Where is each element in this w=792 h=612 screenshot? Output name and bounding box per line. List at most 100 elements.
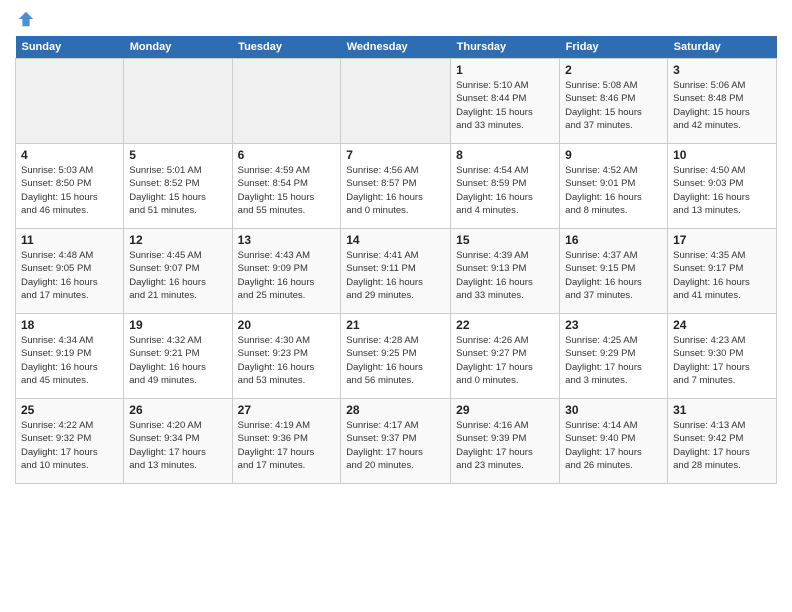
day-cell: 12Sunrise: 4:45 AM Sunset: 9:07 PM Dayli… — [124, 229, 232, 314]
day-cell: 2Sunrise: 5:08 AM Sunset: 8:46 PM Daylig… — [560, 59, 668, 144]
day-cell: 26 Sunrise: 4:20 AM Sunset: 9:34 PM Dayli… — [124, 399, 232, 484]
day-cell — [341, 59, 451, 144]
day-info: Sunrise: 4:22 AM Sunset: 9:32 PM Dayligh… — [21, 419, 118, 472]
day-cell: 10 Sunrise: 4:50 AM Sunset: 9:03 PM Dayli… — [668, 144, 777, 229]
week-row-2: 4 Sunrise: 5:03 AM Sunset: 8:50 PM Daylig… — [16, 144, 777, 229]
day-cell: 8Sunrise: 4:54 AM Sunset: 8:59 PM Daylig… — [451, 144, 560, 229]
day-number: 25 — [21, 403, 118, 417]
day-info: Sunrise: 5:06 AM Sunset: 8:48 PM Dayligh… — [673, 79, 771, 132]
day-info: Sunrise: 5:01 AM Sunset: 8:52 PM Dayligh… — [129, 164, 226, 217]
day-number: 12 — [129, 233, 226, 247]
day-number: 7 — [346, 148, 445, 162]
day-cell: 25 Sunrise: 4:22 AM Sunset: 9:32 PM Dayli… — [16, 399, 124, 484]
day-cell: 9 Sunrise: 4:52 AM Sunset: 9:01 PM Daylig… — [560, 144, 668, 229]
day-number: 6 — [238, 148, 336, 162]
day-cell: 31 Sunrise: 4:13 AM Sunset: 9:42 PM Dayli… — [668, 399, 777, 484]
week-row-4: 18Sunrise: 4:34 AM Sunset: 9:19 PM Dayli… — [16, 314, 777, 399]
day-number: 21 — [346, 318, 445, 332]
day-info: Sunrise: 4:25 AM Sunset: 9:29 PM Dayligh… — [565, 334, 662, 387]
day-cell: 28 Sunrise: 4:17 AM Sunset: 9:37 PM Dayli… — [341, 399, 451, 484]
day-cell: 16Sunrise: 4:37 AM Sunset: 9:15 PM Dayli… — [560, 229, 668, 314]
day-number: 17 — [673, 233, 771, 247]
day-cell: 18Sunrise: 4:34 AM Sunset: 9:19 PM Dayli… — [16, 314, 124, 399]
day-number: 27 — [238, 403, 336, 417]
day-cell: 4 Sunrise: 5:03 AM Sunset: 8:50 PM Daylig… — [16, 144, 124, 229]
day-cell: 15Sunrise: 4:39 AM Sunset: 9:13 PM Dayli… — [451, 229, 560, 314]
week-row-5: 25 Sunrise: 4:22 AM Sunset: 9:32 PM Dayli… — [16, 399, 777, 484]
day-info: Sunrise: 4:50 AM Sunset: 9:03 PM Dayligh… — [673, 164, 771, 217]
day-header-monday: Monday — [124, 36, 232, 59]
day-info: Sunrise: 4:26 AM Sunset: 9:27 PM Dayligh… — [456, 334, 554, 387]
day-info: Sunrise: 4:16 AM Sunset: 9:39 PM Dayligh… — [456, 419, 554, 472]
day-number: 3 — [673, 63, 771, 77]
page: SundayMondayTuesdayWednesdayThursdayFrid… — [0, 0, 792, 494]
day-cell: 3 Sunrise: 5:06 AM Sunset: 8:48 PM Daylig… — [668, 59, 777, 144]
day-cell: 19 Sunrise: 4:32 AM Sunset: 9:21 PM Dayli… — [124, 314, 232, 399]
day-cell: 21 Sunrise: 4:28 AM Sunset: 9:25 PM Dayli… — [341, 314, 451, 399]
day-info: Sunrise: 4:30 AM Sunset: 9:23 PM Dayligh… — [238, 334, 336, 387]
day-info: Sunrise: 4:20 AM Sunset: 9:34 PM Dayligh… — [129, 419, 226, 472]
day-cell: 27 Sunrise: 4:19 AM Sunset: 9:36 PM Dayli… — [232, 399, 341, 484]
day-cell: 20 Sunrise: 4:30 AM Sunset: 9:23 PM Dayli… — [232, 314, 341, 399]
day-number: 10 — [673, 148, 771, 162]
day-cell: 23 Sunrise: 4:25 AM Sunset: 9:29 PM Dayli… — [560, 314, 668, 399]
day-number: 23 — [565, 318, 662, 332]
day-header-friday: Friday — [560, 36, 668, 59]
day-number: 31 — [673, 403, 771, 417]
day-cell — [124, 59, 232, 144]
day-number: 29 — [456, 403, 554, 417]
day-number: 1 — [456, 63, 554, 77]
day-info: Sunrise: 4:52 AM Sunset: 9:01 PM Dayligh… — [565, 164, 662, 217]
day-info: Sunrise: 4:14 AM Sunset: 9:40 PM Dayligh… — [565, 419, 662, 472]
day-number: 24 — [673, 318, 771, 332]
day-cell: 14Sunrise: 4:41 AM Sunset: 9:11 PM Dayli… — [341, 229, 451, 314]
calendar-table: SundayMondayTuesdayWednesdayThursdayFrid… — [15, 36, 777, 484]
day-cell: 7 Sunrise: 4:56 AM Sunset: 8:57 PM Daylig… — [341, 144, 451, 229]
day-info: Sunrise: 4:59 AM Sunset: 8:54 PM Dayligh… — [238, 164, 336, 217]
day-number: 30 — [565, 403, 662, 417]
logo-icon — [17, 10, 35, 28]
day-number: 4 — [21, 148, 118, 162]
day-info: Sunrise: 4:28 AM Sunset: 9:25 PM Dayligh… — [346, 334, 445, 387]
week-row-1: 1 Sunrise: 5:10 AM Sunset: 8:44 PM Daylig… — [16, 59, 777, 144]
logo — [15, 10, 35, 28]
day-info: Sunrise: 5:10 AM Sunset: 8:44 PM Dayligh… — [456, 79, 554, 132]
day-cell: 13Sunrise: 4:43 AM Sunset: 9:09 PM Dayli… — [232, 229, 341, 314]
day-info: Sunrise: 4:19 AM Sunset: 9:36 PM Dayligh… — [238, 419, 336, 472]
day-header-thursday: Thursday — [451, 36, 560, 59]
day-info: Sunrise: 4:17 AM Sunset: 9:37 PM Dayligh… — [346, 419, 445, 472]
header-row: SundayMondayTuesdayWednesdayThursdayFrid… — [16, 36, 777, 59]
day-number: 11 — [21, 233, 118, 247]
week-row-3: 11 Sunrise: 4:48 AM Sunset: 9:05 PM Dayli… — [16, 229, 777, 314]
day-info: Sunrise: 4:32 AM Sunset: 9:21 PM Dayligh… — [129, 334, 226, 387]
day-cell: 29 Sunrise: 4:16 AM Sunset: 9:39 PM Dayli… — [451, 399, 560, 484]
day-header-wednesday: Wednesday — [341, 36, 451, 59]
day-number: 20 — [238, 318, 336, 332]
day-info: Sunrise: 5:08 AM Sunset: 8:46 PM Dayligh… — [565, 79, 662, 132]
day-number: 14 — [346, 233, 445, 247]
day-cell: 11 Sunrise: 4:48 AM Sunset: 9:05 PM Dayli… — [16, 229, 124, 314]
day-cell: 5 Sunrise: 5:01 AM Sunset: 8:52 PM Daylig… — [124, 144, 232, 229]
day-info: Sunrise: 4:13 AM Sunset: 9:42 PM Dayligh… — [673, 419, 771, 472]
day-number: 9 — [565, 148, 662, 162]
day-cell: 17Sunrise: 4:35 AM Sunset: 9:17 PM Dayli… — [668, 229, 777, 314]
day-number: 28 — [346, 403, 445, 417]
day-info: Sunrise: 4:34 AM Sunset: 9:19 PM Dayligh… — [21, 334, 118, 387]
day-header-tuesday: Tuesday — [232, 36, 341, 59]
day-cell — [232, 59, 341, 144]
day-header-sunday: Sunday — [16, 36, 124, 59]
day-cell: 22Sunrise: 4:26 AM Sunset: 9:27 PM Dayli… — [451, 314, 560, 399]
day-info: Sunrise: 4:56 AM Sunset: 8:57 PM Dayligh… — [346, 164, 445, 217]
day-cell: 6 Sunrise: 4:59 AM Sunset: 8:54 PM Daylig… — [232, 144, 341, 229]
day-info: Sunrise: 4:54 AM Sunset: 8:59 PM Dayligh… — [456, 164, 554, 217]
day-number: 5 — [129, 148, 226, 162]
day-cell: 24Sunrise: 4:23 AM Sunset: 9:30 PM Dayli… — [668, 314, 777, 399]
day-info: Sunrise: 4:37 AM Sunset: 9:15 PM Dayligh… — [565, 249, 662, 302]
day-cell: 1 Sunrise: 5:10 AM Sunset: 8:44 PM Daylig… — [451, 59, 560, 144]
day-info: Sunrise: 4:48 AM Sunset: 9:05 PM Dayligh… — [21, 249, 118, 302]
day-header-saturday: Saturday — [668, 36, 777, 59]
day-info: Sunrise: 5:03 AM Sunset: 8:50 PM Dayligh… — [21, 164, 118, 217]
day-cell — [16, 59, 124, 144]
day-number: 19 — [129, 318, 226, 332]
day-number: 26 — [129, 403, 226, 417]
